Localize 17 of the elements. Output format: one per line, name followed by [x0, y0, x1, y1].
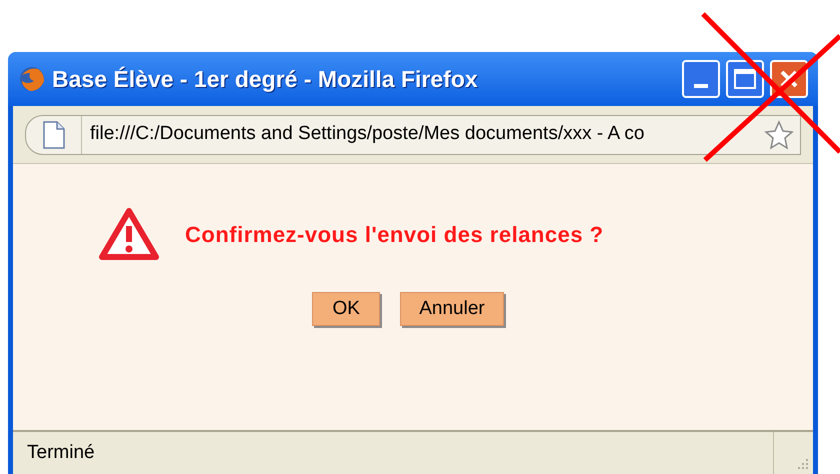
warning-icon [99, 208, 159, 260]
maximize-button[interactable] [726, 60, 764, 98]
maximize-icon [734, 69, 756, 89]
confirmation-message: Confirmez-vous l'envoi des relances ? [185, 220, 604, 248]
window-title: Base Élève - 1er degré - Mozilla Firefox [52, 64, 479, 94]
close-icon [779, 69, 799, 89]
star-icon[interactable] [764, 120, 794, 150]
address-bar[interactable]: file:///C:/Documents and Settings/poste/Mes documents/xxx - A co [25, 114, 801, 154]
fox-globe-icon [18, 65, 46, 93]
minimize-button[interactable] [682, 60, 720, 98]
page-icon [42, 120, 64, 148]
dialog-button[interactable]: OK [312, 292, 380, 326]
minimize-icon [694, 84, 708, 88]
url-text: file:///C:/Documents and Settings/poste/Mes documents/xxx - A co [89, 122, 646, 146]
status-text: Terminé [26, 440, 96, 465]
resize-grip-icon[interactable] [795, 456, 809, 470]
dialog-button[interactable]: Annuler [400, 292, 504, 326]
